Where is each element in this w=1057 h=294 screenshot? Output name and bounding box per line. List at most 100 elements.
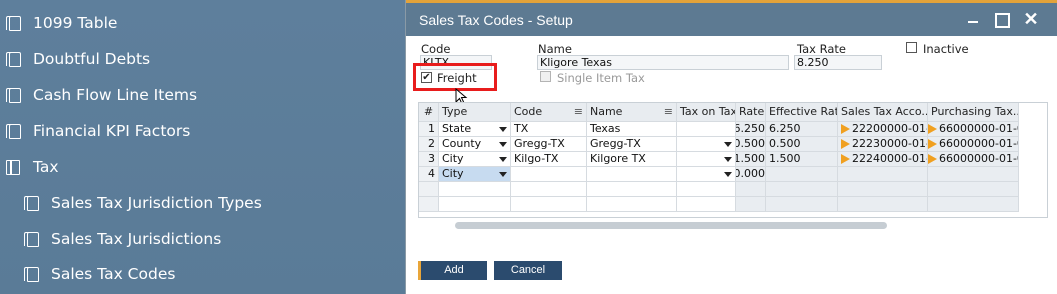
empty-row-number	[419, 197, 439, 212]
horizontal-scrollbar[interactable]	[455, 222, 887, 229]
nav-item-cash-flow-line-items[interactable]: Cash Flow Line Items	[0, 77, 408, 113]
empty-cell	[587, 182, 677, 197]
sales-tax-account-cell[interactable]	[838, 167, 928, 182]
close-icon[interactable]: ✕	[1020, 8, 1042, 30]
nav-item-tax[interactable]: Tax	[0, 149, 408, 185]
window-titlebar[interactable]: Sales Tax Codes - Setup ✕	[406, 0, 1057, 36]
tax-on-tax-cell[interactable]	[677, 122, 736, 137]
type-cell[interactable]: City	[439, 152, 511, 167]
empty-cell	[677, 197, 736, 212]
add-button[interactable]: Add	[418, 261, 487, 280]
nav-item-label: Sales Tax Jurisdiction Types	[51, 194, 262, 212]
sales-tax-account-cell[interactable]: 22230000-01-0	[838, 137, 928, 152]
nav-item-label: Doubtful Debts	[33, 50, 151, 68]
maximize-icon[interactable]	[990, 8, 1012, 30]
account-text: 22200000-01-0	[852, 122, 927, 135]
empty-cell	[928, 197, 1019, 212]
empty-cell	[766, 182, 838, 197]
column-header-effective-rate[interactable]: Effective Rate	[766, 103, 838, 122]
inactive-label: Inactive	[923, 42, 969, 56]
folder-icon	[6, 159, 20, 175]
nav-item-label: 1099 Table	[33, 14, 118, 32]
single-item-tax-label: Single Item Tax	[557, 71, 645, 85]
tax-on-tax-cell[interactable]	[677, 167, 736, 182]
navigation-panel: 1099 Table Doubtful Debts Cash Flow Line…	[0, 0, 408, 294]
name-label: Name	[538, 42, 572, 56]
empty-cell	[511, 197, 587, 212]
empty-cell	[587, 197, 677, 212]
document-icon	[6, 123, 21, 139]
empty-cell	[766, 197, 838, 212]
empty-cell	[439, 182, 511, 197]
column-header-rate[interactable]: Rate	[736, 103, 766, 122]
document-icon	[24, 231, 39, 247]
single-item-tax-checkbox[interactable]	[540, 71, 551, 82]
sales-tax-account-cell[interactable]: 22200000-01-0	[838, 122, 928, 137]
name-cell[interactable]: Texas	[587, 122, 677, 137]
code-cell[interactable]: Gregg-TX	[511, 137, 587, 152]
nav-item-label: Sales Tax Jurisdictions	[51, 230, 222, 248]
tax-rate-label: Tax Rate	[797, 42, 846, 56]
column-header-name[interactable]: Name	[587, 103, 677, 122]
cancel-button[interactable]: Cancel	[494, 261, 562, 280]
tax-rate-field: 8.250	[794, 55, 882, 70]
effective-rate-cell: 0.500	[766, 137, 838, 152]
column-header-code[interactable]: Code	[511, 103, 587, 122]
sales-tax-account-cell[interactable]: 22240000-01-0	[838, 152, 928, 167]
nav-item-sales-tax-jurisdiction-types[interactable]: Sales Tax Jurisdiction Types	[0, 185, 408, 221]
name-cell[interactable]: Kilgore TX	[587, 152, 677, 167]
column-header-type[interactable]: Type	[439, 103, 511, 122]
empty-cell	[928, 182, 1019, 197]
nav-item-sales-tax-codes[interactable]: Sales Tax Codes	[0, 256, 408, 292]
column-header-number: #	[419, 103, 439, 122]
empty-cell	[677, 182, 736, 197]
empty-cell	[736, 182, 766, 197]
link-arrow-icon[interactable]	[928, 139, 937, 149]
empty-cell	[838, 197, 928, 212]
link-arrow-icon[interactable]	[841, 124, 850, 134]
account-text: 66000000-01-0	[939, 152, 1019, 165]
type-cell[interactable]: County	[439, 137, 511, 152]
empty-row-number	[419, 182, 439, 197]
nav-item-sales-tax-jurisdictions[interactable]: Sales Tax Jurisdictions	[0, 221, 408, 257]
code-cell[interactable]: TX	[511, 122, 587, 137]
link-arrow-icon[interactable]	[928, 154, 937, 164]
tax-on-tax-cell[interactable]	[677, 137, 736, 152]
nav-item-doubtful-debts[interactable]: Doubtful Debts	[0, 41, 408, 77]
name-cell[interactable]	[587, 167, 677, 182]
account-text: 66000000-01-0	[939, 137, 1019, 150]
minimize-icon[interactable]	[962, 8, 984, 30]
code-cell[interactable]: Kilgo-TX	[511, 152, 587, 167]
empty-cell	[439, 197, 511, 212]
purchasing-tax-account-cell[interactable]: 66000000-01-0	[928, 137, 1019, 152]
inactive-checkbox[interactable]	[906, 42, 917, 53]
type-cell-selected[interactable]: City	[439, 167, 511, 182]
code-label: Code	[421, 42, 451, 56]
document-icon	[6, 51, 21, 67]
column-header-sales-tax-account[interactable]: Sales Tax Acco...	[838, 103, 928, 122]
rate-cell: 1.500	[736, 152, 766, 167]
name-field[interactable]: Kligore Texas	[537, 55, 789, 70]
column-header-purchasing-tax-account[interactable]: Purchasing Tax...	[928, 103, 1019, 122]
nav-item-label: Financial KPI Factors	[33, 122, 191, 140]
link-arrow-icon[interactable]	[841, 154, 850, 164]
purchasing-tax-account-cell[interactable]	[928, 167, 1019, 182]
link-arrow-icon[interactable]	[841, 139, 850, 149]
name-cell[interactable]: Gregg-TX	[587, 137, 677, 152]
column-header-tax-on-tax[interactable]: Tax on Tax	[677, 103, 736, 122]
nav-item-1099-table[interactable]: 1099 Table	[0, 5, 408, 41]
nav-item-financial-kpi-factors[interactable]: Financial KPI Factors	[0, 113, 408, 149]
code-cell[interactable]	[511, 167, 587, 182]
account-text: 22240000-01-0	[852, 152, 927, 165]
document-icon	[24, 266, 39, 282]
nav-item-label: Cash Flow Line Items	[33, 86, 198, 104]
type-cell[interactable]: State	[439, 122, 511, 137]
effective-rate-cell	[766, 167, 838, 182]
tax-on-tax-cell[interactable]	[677, 152, 736, 167]
link-arrow-icon[interactable]	[928, 124, 937, 134]
empty-cell	[736, 197, 766, 212]
purchasing-tax-account-cell[interactable]: 66000000-01-0	[928, 152, 1019, 167]
purchasing-tax-account-cell[interactable]: 66000000-01-0	[928, 122, 1019, 137]
row-number: 1	[419, 122, 439, 137]
row-number: 4	[419, 167, 439, 182]
